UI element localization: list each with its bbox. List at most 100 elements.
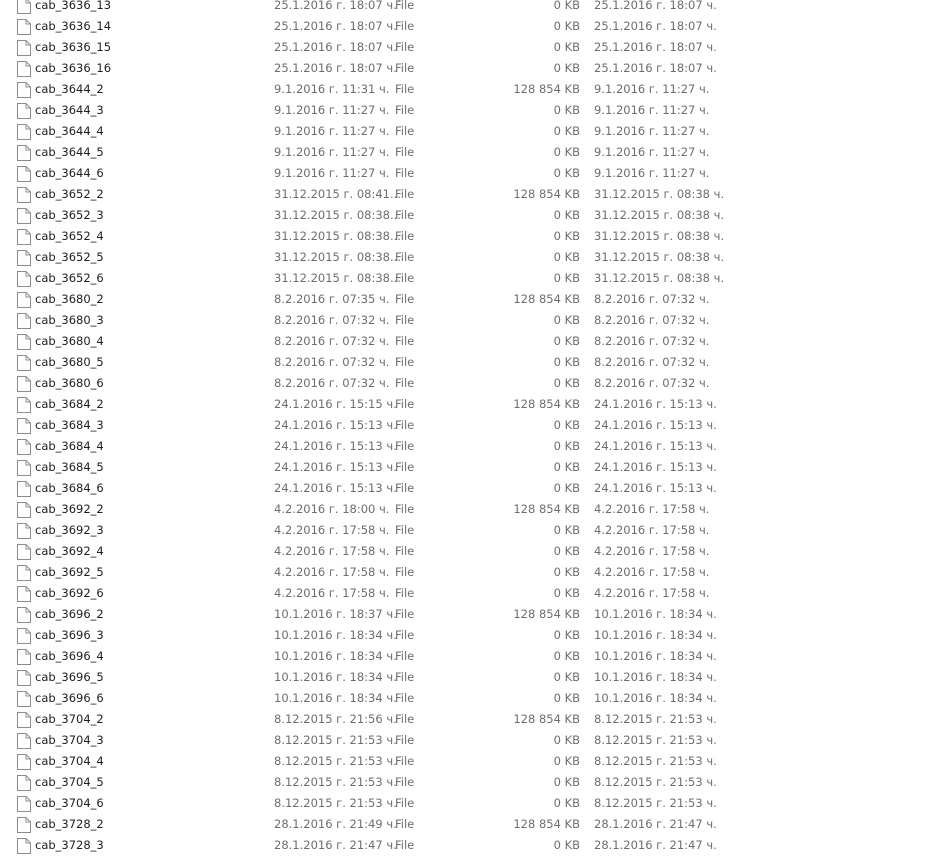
file-row[interactable]: cab_3636_16 25.1.2016 г. 18:07 ч. File 0… [0, 58, 928, 79]
file-icon [17, 838, 31, 854]
file-row[interactable]: cab_3704_2 8.12.2015 г. 21:56 ч. File 12… [0, 709, 928, 730]
date-created: 8.12.2015 г. 21:53 ч. [594, 796, 717, 810]
file-icon [17, 670, 31, 686]
file-row[interactable]: cab_3696_6 10.1.2016 г. 18:34 ч. File 0 … [0, 688, 928, 709]
file-row[interactable]: cab_3652_5 31.12.2015 г. 08:38... File 0… [0, 247, 928, 268]
file-type: File [395, 355, 415, 369]
file-row[interactable]: cab_3652_3 31.12.2015 г. 08:38... File 0… [0, 205, 928, 226]
date-modified: 31.12.2015 г. 08:38... [274, 229, 401, 243]
file-type: File [395, 439, 415, 453]
file-type: File [395, 607, 415, 621]
file-row[interactable]: cab_3692_4 4.2.2016 г. 17:58 ч. File 0 K… [0, 541, 928, 562]
file-icon [17, 208, 31, 224]
file-row[interactable]: cab_3680_5 8.2.2016 г. 07:32 ч. File 0 K… [0, 352, 928, 373]
file-icon [17, 124, 31, 140]
date-created: 8.12.2015 г. 21:53 ч. [594, 733, 717, 747]
file-row[interactable]: cab_3692_2 4.2.2016 г. 18:00 ч. File 128… [0, 499, 928, 520]
file-row[interactable]: cab_3644_4 9.1.2016 г. 11:27 ч. File 0 K… [0, 121, 928, 142]
date-created: 25.1.2016 г. 18:07 ч. [594, 19, 717, 33]
file-icon [17, 61, 31, 77]
date-modified: 9.1.2016 г. 11:31 ч. [274, 82, 390, 96]
file-row[interactable]: cab_3636_15 25.1.2016 г. 18:07 ч. File 0… [0, 37, 928, 58]
file-row[interactable]: cab_3680_4 8.2.2016 г. 07:32 ч. File 0 K… [0, 331, 928, 352]
file-type: File [395, 670, 415, 684]
file-icon [17, 355, 31, 371]
file-row[interactable]: cab_3684_5 24.1.2016 г. 15:13 ч. File 0 … [0, 457, 928, 478]
date-created: 8.2.2016 г. 07:32 ч. [594, 376, 710, 390]
date-modified: 10.1.2016 г. 18:34 ч. [274, 649, 397, 663]
file-type: File [395, 775, 415, 789]
file-row[interactable]: cab_3692_3 4.2.2016 г. 17:58 ч. File 0 K… [0, 520, 928, 541]
file-icon [17, 187, 31, 203]
file-row[interactable]: cab_3680_6 8.2.2016 г. 07:32 ч. File 0 K… [0, 373, 928, 394]
date-modified: 25.1.2016 г. 18:07 ч. [274, 0, 397, 12]
file-row[interactable]: cab_3636_13 25.1.2016 г. 18:07 ч. File 0… [0, 0, 928, 16]
file-size: 0 KB [553, 439, 580, 453]
file-row[interactable]: cab_3652_2 31.12.2015 г. 08:41... File 1… [0, 184, 928, 205]
file-row[interactable]: cab_3696_5 10.1.2016 г. 18:34 ч. File 0 … [0, 667, 928, 688]
file-row[interactable]: cab_3684_6 24.1.2016 г. 15:13 ч. File 0 … [0, 478, 928, 499]
file-row[interactable]: cab_3696_2 10.1.2016 г. 18:37 ч. File 12… [0, 604, 928, 625]
file-row[interactable]: cab_3636_14 25.1.2016 г. 18:07 ч. File 0… [0, 16, 928, 37]
file-size: 0 KB [553, 691, 580, 705]
date-created: 8.2.2016 г. 07:32 ч. [594, 292, 710, 306]
date-modified: 8.12.2015 г. 21:56 ч. [274, 712, 397, 726]
file-row[interactable]: cab_3644_3 9.1.2016 г. 11:27 ч. File 0 K… [0, 100, 928, 121]
file-size: 0 KB [553, 754, 580, 768]
file-row[interactable]: cab_3704_5 8.12.2015 г. 21:53 ч. File 0 … [0, 772, 928, 793]
file-size: 0 KB [553, 481, 580, 495]
file-name: cab_3704_3 [35, 733, 104, 747]
file-row[interactable]: cab_3684_3 24.1.2016 г. 15:13 ч. File 0 … [0, 415, 928, 436]
file-type: File [395, 712, 415, 726]
file-row[interactable]: cab_3692_6 4.2.2016 г. 17:58 ч. File 0 K… [0, 583, 928, 604]
date-created: 8.2.2016 г. 07:32 ч. [594, 313, 710, 327]
file-size: 0 KB [553, 523, 580, 537]
file-name: cab_3696_4 [35, 649, 104, 663]
file-row[interactable]: cab_3644_5 9.1.2016 г. 11:27 ч. File 0 K… [0, 142, 928, 163]
file-type: File [395, 649, 415, 663]
file-type: File [395, 628, 415, 642]
file-size: 0 KB [553, 250, 580, 264]
file-row[interactable]: cab_3652_4 31.12.2015 г. 08:38... File 0… [0, 226, 928, 247]
date-modified: 9.1.2016 г. 11:27 ч. [274, 124, 390, 138]
file-row[interactable]: cab_3696_4 10.1.2016 г. 18:34 ч. File 0 … [0, 646, 928, 667]
date-modified: 10.1.2016 г. 18:37 ч. [274, 607, 397, 621]
date-modified: 4.2.2016 г. 17:58 ч. [274, 523, 390, 537]
file-icon [17, 586, 31, 602]
file-icon [17, 82, 31, 98]
date-modified: 4.2.2016 г. 17:58 ч. [274, 565, 390, 579]
file-icon [17, 628, 31, 644]
file-size: 0 KB [553, 586, 580, 600]
date-modified: 24.1.2016 г. 15:13 ч. [274, 460, 397, 474]
file-row[interactable]: cab_3684_2 24.1.2016 г. 15:15 ч. File 12… [0, 394, 928, 415]
file-type: File [395, 502, 415, 516]
file-row[interactable]: cab_3728_3 28.1.2016 г. 21:47 ч. File 0 … [0, 835, 928, 856]
file-name: cab_3684_5 [35, 460, 104, 474]
date-created: 9.1.2016 г. 11:27 ч. [594, 124, 710, 138]
file-row[interactable]: cab_3704_6 8.12.2015 г. 21:53 ч. File 0 … [0, 793, 928, 814]
date-modified: 31.12.2015 г. 08:38... [274, 271, 401, 285]
file-row[interactable]: cab_3696_3 10.1.2016 г. 18:34 ч. File 0 … [0, 625, 928, 646]
file-row[interactable]: cab_3680_2 8.2.2016 г. 07:35 ч. File 128… [0, 289, 928, 310]
date-created: 9.1.2016 г. 11:27 ч. [594, 145, 710, 159]
date-created: 8.2.2016 г. 07:32 ч. [594, 334, 710, 348]
file-row[interactable]: cab_3692_5 4.2.2016 г. 17:58 ч. File 0 K… [0, 562, 928, 583]
date-created: 4.2.2016 г. 17:58 ч. [594, 565, 710, 579]
file-row[interactable]: cab_3704_3 8.12.2015 г. 21:53 ч. File 0 … [0, 730, 928, 751]
file-row[interactable]: cab_3704_4 8.12.2015 г. 21:53 ч. File 0 … [0, 751, 928, 772]
file-row[interactable]: cab_3680_3 8.2.2016 г. 07:32 ч. File 0 K… [0, 310, 928, 331]
date-created: 31.12.2015 г. 08:38 ч. [594, 208, 725, 222]
date-created: 31.12.2015 г. 08:38 ч. [594, 271, 725, 285]
file-row[interactable]: cab_3684_4 24.1.2016 г. 15:13 ч. File 0 … [0, 436, 928, 457]
file-icon [17, 481, 31, 497]
file-row[interactable]: cab_3644_2 9.1.2016 г. 11:31 ч. File 128… [0, 79, 928, 100]
file-name: cab_3692_2 [35, 502, 104, 516]
date-modified: 4.2.2016 г. 17:58 ч. [274, 586, 390, 600]
file-name: cab_3728_2 [35, 817, 104, 831]
file-row[interactable]: cab_3644_6 9.1.2016 г. 11:27 ч. File 0 K… [0, 163, 928, 184]
date-modified: 8.2.2016 г. 07:32 ч. [274, 376, 390, 390]
file-row[interactable]: cab_3728_2 28.1.2016 г. 21:49 ч. File 12… [0, 814, 928, 835]
file-type: File [395, 61, 415, 75]
file-icon [17, 607, 31, 623]
file-row[interactable]: cab_3652_6 31.12.2015 г. 08:38... File 0… [0, 268, 928, 289]
